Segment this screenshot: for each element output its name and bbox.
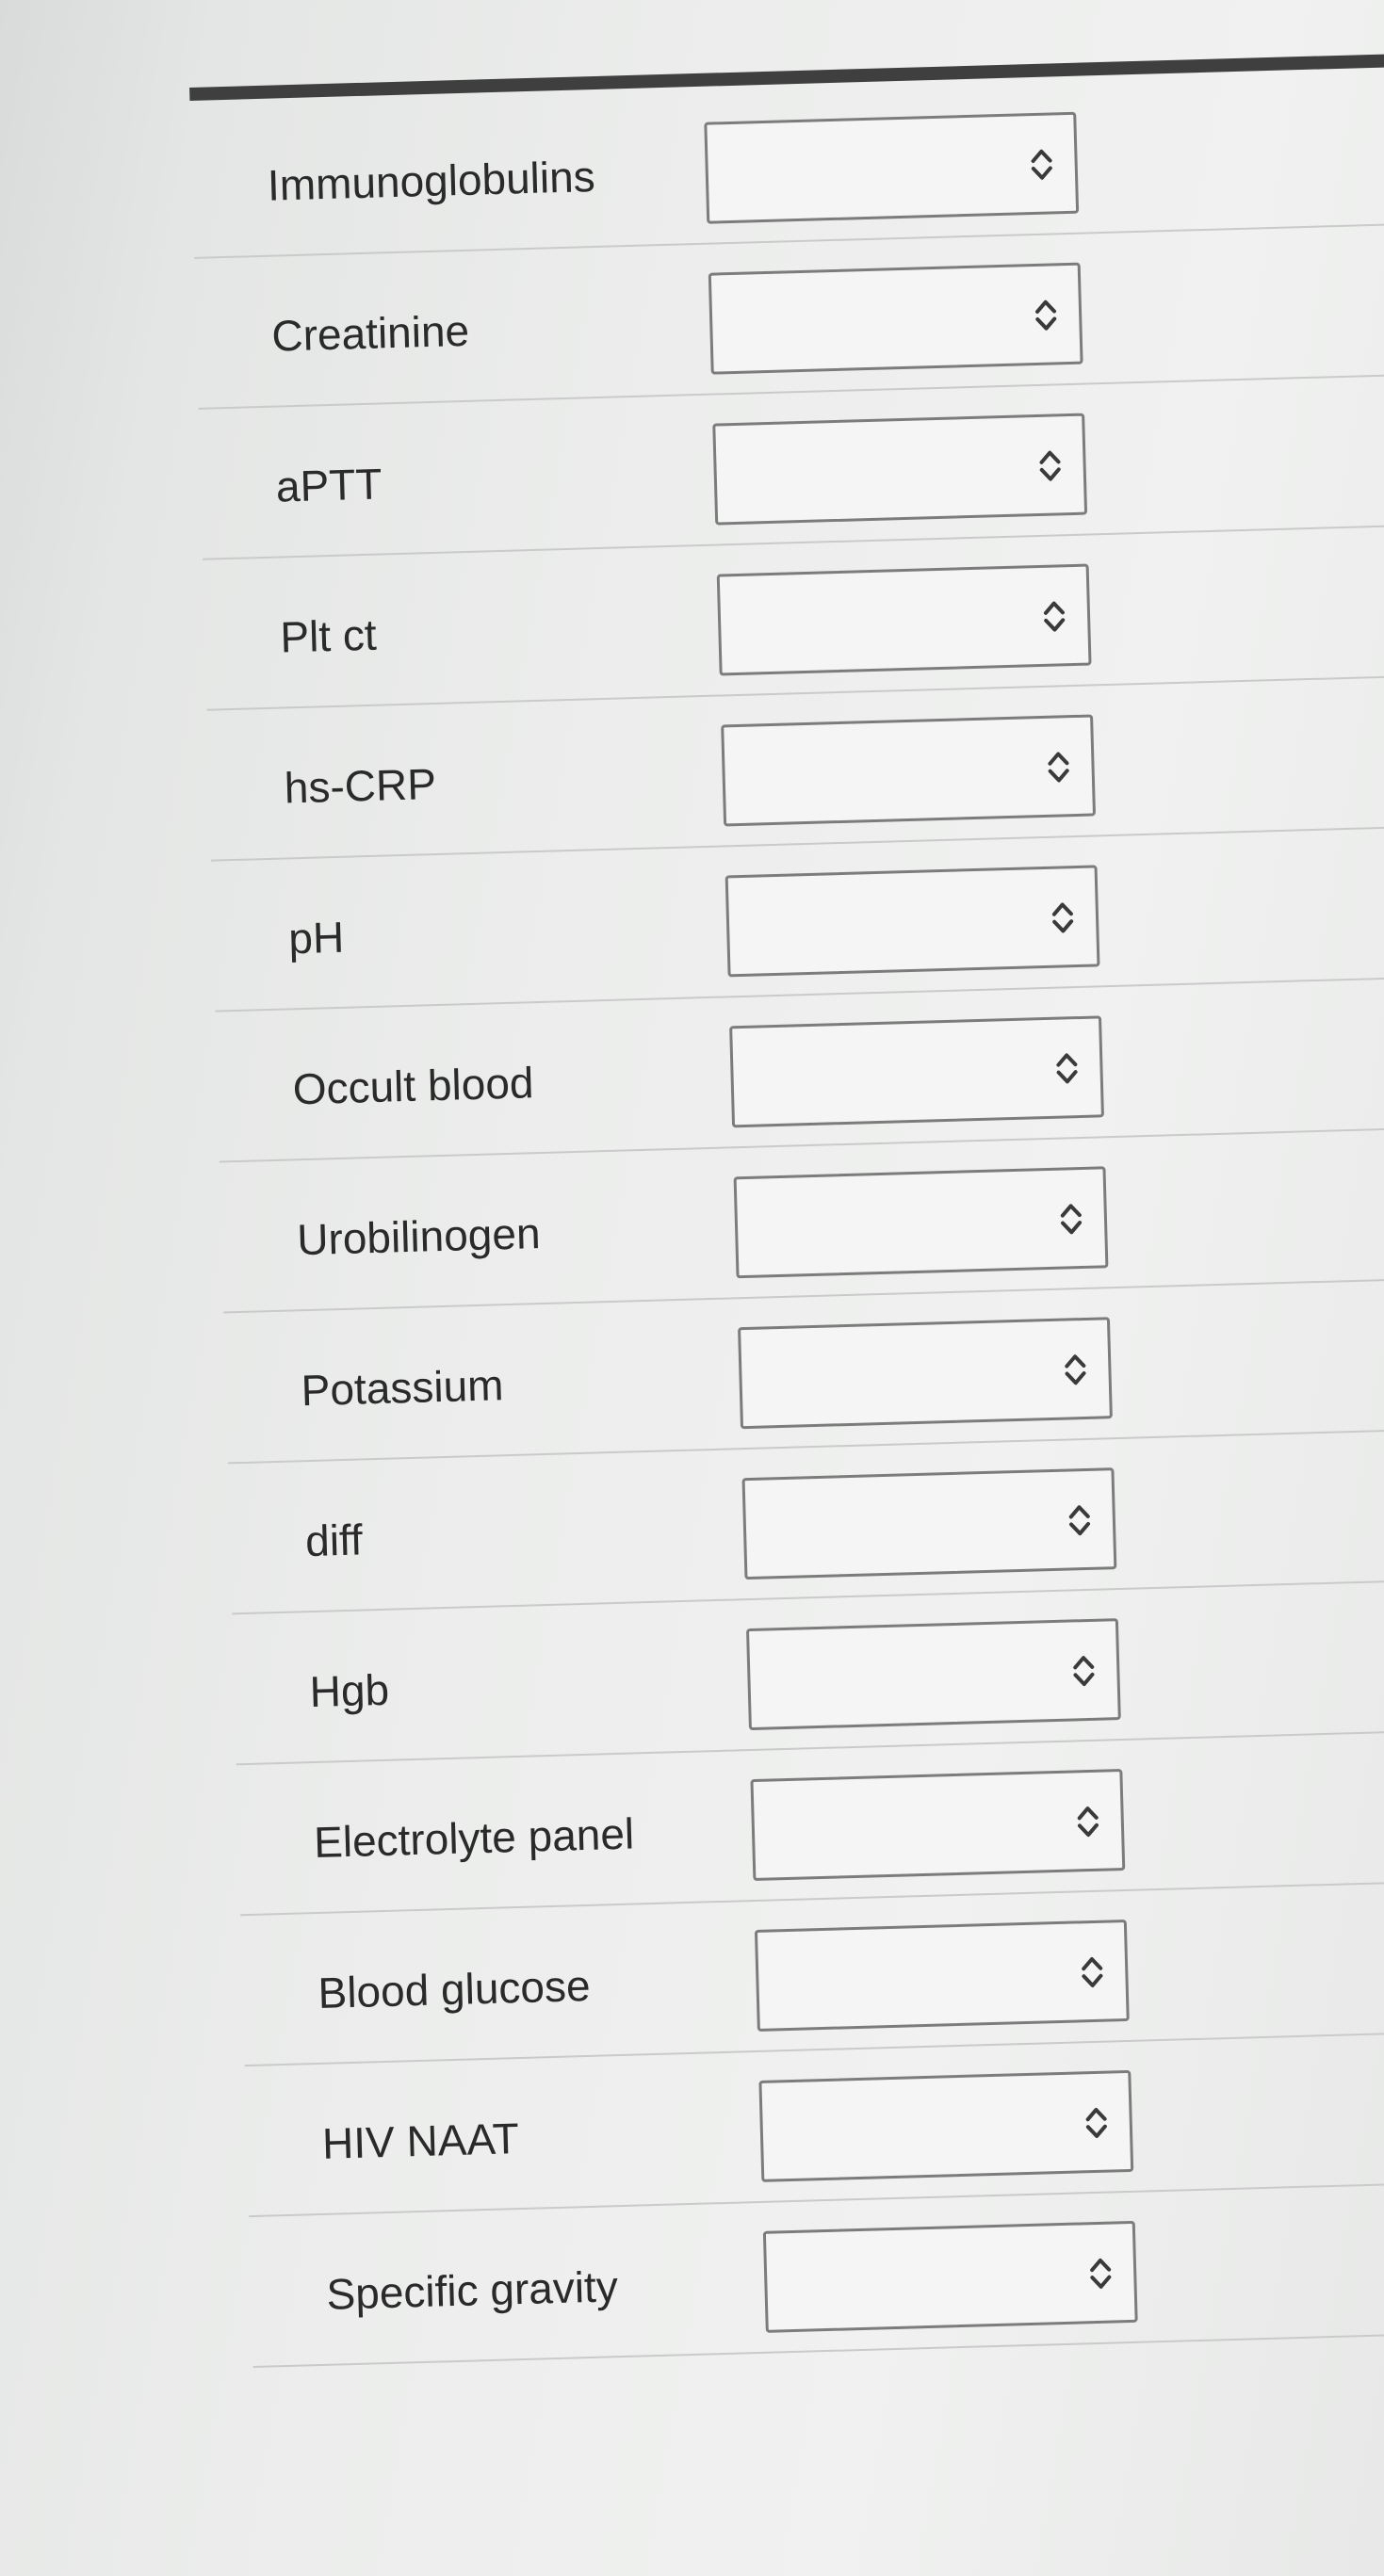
chevron-up-down-icon <box>1082 1957 1103 1988</box>
answer-select[interactable] <box>741 1467 1117 1580</box>
test-label: hs-CRP <box>284 758 437 813</box>
test-label: Potassium <box>301 1360 505 1416</box>
answer-select[interactable] <box>758 2069 1134 2182</box>
chevron-up-down-icon <box>1065 1354 1086 1385</box>
test-label: Occult blood <box>292 1058 535 1114</box>
test-label: diff <box>304 1515 364 1566</box>
chevron-up-down-icon <box>1043 601 1066 632</box>
lab-test-form: Immunoglobulins Creatinine aPTT Plt ct hs-CR… <box>188 17 1384 2576</box>
answer-select[interactable] <box>712 413 1088 526</box>
test-label: Electrolyte panel <box>313 1808 635 1868</box>
chevron-up-down-icon <box>1090 2258 1112 2289</box>
answer-select[interactable] <box>721 714 1097 827</box>
test-label: pH <box>287 912 345 964</box>
test-label: Hgb <box>308 1664 390 1717</box>
test-label: Immunoglobulins <box>267 152 596 210</box>
chevron-up-down-icon <box>1077 1806 1099 1838</box>
chevron-up-down-icon <box>1073 1656 1095 1687</box>
answer-select[interactable] <box>754 1919 1130 2032</box>
answer-select[interactable] <box>725 865 1100 978</box>
chevron-up-down-icon <box>1060 1204 1083 1235</box>
chevron-up-down-icon <box>1085 2107 1107 2138</box>
chevron-up-down-icon <box>1056 1053 1078 1084</box>
test-rows: Immunoglobulins Creatinine aPTT Plt ct hs-CR… <box>190 74 1384 2369</box>
chevron-up-down-icon <box>1048 752 1069 783</box>
answer-select[interactable] <box>733 1166 1109 1279</box>
chevron-up-down-icon <box>1068 1505 1091 1536</box>
answer-select[interactable] <box>708 262 1083 375</box>
chevron-up-down-icon <box>1051 902 1074 933</box>
test-label: Specific gravity <box>325 2261 619 2319</box>
answer-select[interactable] <box>750 1769 1126 1882</box>
answer-select[interactable] <box>745 1618 1121 1731</box>
answer-select[interactable] <box>762 2220 1138 2333</box>
row-divider <box>252 2331 1384 2369</box>
chevron-up-down-icon <box>1035 300 1057 331</box>
page: Immunoglobulins Creatinine aPTT Plt ct hs-CR… <box>0 0 1384 2576</box>
test-label: Plt ct <box>279 609 378 662</box>
answer-select[interactable] <box>716 563 1092 676</box>
test-label: HIV NAAT <box>321 2114 520 2168</box>
answer-select[interactable] <box>729 1015 1104 1128</box>
test-label: Blood glucose <box>317 1960 592 2017</box>
chevron-up-down-icon <box>1039 450 1061 481</box>
test-label: Creatinine <box>270 305 470 361</box>
answer-select[interactable] <box>704 111 1080 224</box>
test-label: aPTT <box>275 459 383 511</box>
answer-select[interactable] <box>738 1317 1113 1430</box>
test-label: Urobilinogen <box>296 1208 542 1265</box>
chevron-up-down-icon <box>1031 149 1052 180</box>
